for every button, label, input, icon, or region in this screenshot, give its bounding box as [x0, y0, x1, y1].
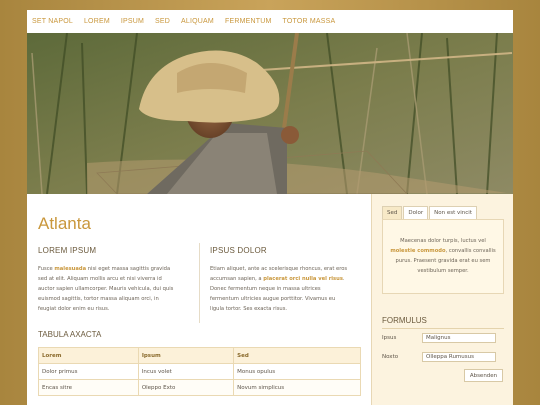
- hero-photo: [27, 33, 513, 194]
- tab-sed[interactable]: Sed: [382, 206, 403, 220]
- data-table: Lorem Ipsum Sed Dolor primus Incus volet…: [38, 347, 361, 396]
- tab-non-est-vincit[interactable]: Non est vincit: [429, 206, 477, 220]
- article-heading: Ipsus Dolor: [210, 246, 267, 255]
- article-heading: Lorem Ipsum: [38, 246, 97, 255]
- table-cell: Oleppo Exto: [137, 379, 235, 396]
- tab-panel-link[interactable]: molestie commodo: [390, 248, 445, 254]
- column-divider: [199, 243, 200, 323]
- sidebar: Sed Dolor Non est vincit Maecenas dolor …: [371, 194, 513, 405]
- table-title: Tabula Axacta: [38, 330, 102, 339]
- nav-item-totor-massa[interactable]: Totor Massa: [283, 18, 336, 25]
- form-row-noxto: Noxto: [382, 352, 504, 364]
- tab-panel: Maecenas dolor turpis, luctus vel molest…: [382, 219, 504, 294]
- article-text-part: nisi eget massa sagittis gravida sed at …: [38, 266, 174, 312]
- table-header-row: Lorem Ipsum Sed: [38, 347, 361, 364]
- article-lorem-ipsum: Lorem Ipsum Fusce malesuada nisi eget ma…: [38, 246, 178, 314]
- tab-dolor[interactable]: Dolor: [403, 206, 429, 220]
- hero-image: [27, 33, 513, 194]
- nav-item-lorem[interactable]: Lorem: [84, 18, 110, 25]
- form-divider: [382, 328, 504, 329]
- ipsus-field[interactable]: [422, 333, 496, 343]
- nav-item-fermentum[interactable]: Fermentum: [225, 18, 272, 25]
- table-row: Encas sitre Oleppo Exto Novum simplicus: [38, 379, 361, 396]
- noxto-field[interactable]: [422, 352, 496, 362]
- main-column: Atlanta Lorem Ipsum Fusce malesuada nisi…: [27, 194, 371, 405]
- ipsus-label: Ipsus: [382, 335, 397, 341]
- article-text-part: Fusce: [38, 266, 55, 272]
- table-cell: Monus opulus: [233, 363, 361, 380]
- article-text: Etiam aliquet, ante ac scelerisque rhonc…: [210, 264, 350, 314]
- table-header-cell: Lorem: [38, 347, 139, 364]
- form-heading: Formulus: [382, 316, 427, 325]
- article-link[interactable]: placerat orci nulla vel risus: [263, 276, 343, 282]
- tab-panel-text-part: Maecenas dolor turpis, luctus vel: [400, 238, 486, 244]
- table-header-cell: Sed: [233, 347, 361, 364]
- nav-item-set-napol[interactable]: Set Napol: [32, 18, 73, 25]
- nav-item-sed[interactable]: Sed: [155, 18, 170, 25]
- noxto-label: Noxto: [382, 354, 399, 360]
- table-cell: Novum simplicus: [233, 379, 361, 396]
- table-cell: Incus volet: [137, 363, 235, 380]
- table-header-cell: Ipsum: [137, 347, 235, 364]
- main-nav: Set Napol Lorem Ipsum Sed Aliquam Fermen…: [27, 10, 513, 33]
- sidebar-tabs: Sed Dolor Non est vincit: [382, 206, 478, 220]
- article-text: Fusce malesuada nisi eget massa sagittis…: [38, 264, 178, 314]
- page-title: Atlanta: [38, 214, 91, 233]
- table-cell: Dolor primus: [38, 363, 139, 380]
- page-container: Set Napol Lorem Ipsum Sed Aliquam Fermen…: [27, 10, 513, 405]
- submit-button[interactable]: Absenden: [464, 369, 503, 382]
- table-row: Dolor primus Incus volet Monus opulus: [38, 363, 361, 380]
- nav-item-aliquam[interactable]: Aliquam: [181, 18, 214, 25]
- table-cell: Encas sitre: [38, 379, 139, 396]
- content-area: Atlanta Lorem Ipsum Fusce malesuada nisi…: [27, 194, 513, 405]
- article-ipsus-dolor: Ipsus Dolor Etiam aliquet, ante ac scele…: [210, 246, 350, 314]
- tab-panel-text: Maecenas dolor turpis, luctus vel molest…: [389, 236, 497, 276]
- nav-item-ipsum[interactable]: Ipsum: [121, 18, 144, 25]
- article-link[interactable]: malesuada: [54, 266, 86, 272]
- form-row-ipsus: Ipsus: [382, 333, 504, 345]
